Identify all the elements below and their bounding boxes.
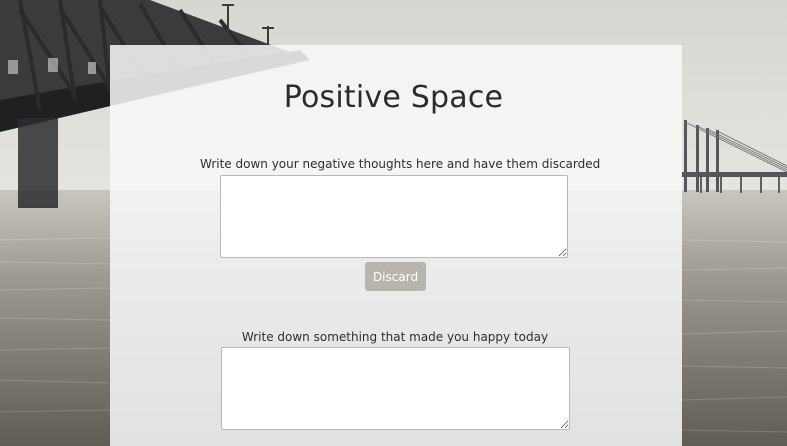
- happy-thing-textarea[interactable]: [221, 347, 570, 430]
- page-title: Positive Space: [283, 80, 504, 115]
- negative-thoughts-textarea[interactable]: [220, 175, 568, 258]
- happy-thing-label: Write down something that made you happy…: [241, 330, 549, 344]
- discard-button[interactable]: Discard: [365, 262, 426, 291]
- negative-thoughts-label: Write down your negative thoughts here a…: [200, 157, 601, 171]
- page: Positive Space Write down your negative …: [0, 0, 787, 446]
